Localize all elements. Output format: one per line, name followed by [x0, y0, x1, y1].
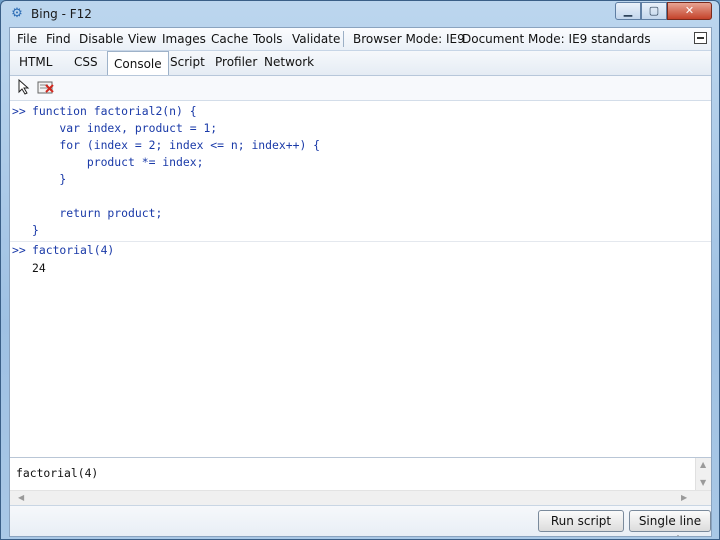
- code-line: product *= index;: [32, 155, 204, 169]
- window-title: Bing - F12: [31, 7, 92, 21]
- maximize-button[interactable]: ▢: [641, 2, 667, 20]
- code-line: return product;: [32, 206, 163, 220]
- script-input-area: ▲ ▼: [10, 458, 711, 490]
- single-line-mode-button[interactable]: Single line mode: [629, 510, 711, 536]
- menu-separator: [343, 31, 344, 47]
- console-toolbar: [10, 76, 711, 101]
- code-line: for (index = 2; index <= n; index++) {: [32, 138, 321, 152]
- code-line: }: [32, 223, 39, 237]
- close-button[interactable]: ✕: [667, 2, 712, 20]
- title-bar[interactable]: ⚙ Bing - F12 ▁ ▢ ✕: [1, 1, 719, 27]
- menu-bar: File Find Disable View Images Cache Tool…: [10, 28, 711, 51]
- scroll-down-icon[interactable]: ▼: [700, 478, 706, 487]
- tab-script[interactable]: Script: [170, 55, 205, 69]
- tab-html[interactable]: HTML: [19, 55, 52, 69]
- console-entry: >> function factorial2(n) { var index, p…: [10, 101, 711, 242]
- code-line: function factorial2(n) {: [32, 104, 197, 118]
- input-vertical-scrollbar[interactable]: ▲ ▼: [695, 458, 711, 490]
- tab-console[interactable]: Console: [107, 51, 169, 75]
- menu-tools[interactable]: Tools: [253, 32, 283, 46]
- script-input[interactable]: [16, 461, 686, 485]
- menu-view[interactable]: View: [128, 32, 156, 46]
- input-horizontal-scrollbar[interactable]: ◀ ▶: [10, 490, 711, 505]
- console-button-bar: Run script Single line mode: [10, 505, 711, 536]
- command-line: factorial(4): [32, 243, 115, 257]
- tab-network[interactable]: Network: [264, 55, 314, 69]
- console-entry: >> factorial(4) 24: [10, 242, 711, 282]
- minimize-icon: ▁: [623, 4, 633, 17]
- scroll-right-icon[interactable]: ▶: [681, 493, 687, 502]
- menu-images[interactable]: Images: [162, 32, 206, 46]
- menu-cache[interactable]: Cache: [211, 32, 248, 46]
- tab-profiler[interactable]: Profiler: [215, 55, 257, 69]
- code-line: var index, product = 1;: [32, 121, 218, 135]
- f12-window: ⚙ Bing - F12 ▁ ▢ ✕ File Find Disable Vie…: [0, 0, 720, 540]
- ie-f12-icon: ⚙: [11, 6, 23, 21]
- run-script-button[interactable]: Run script: [538, 510, 624, 532]
- close-icon: ✕: [684, 4, 695, 17]
- browser-mode-menu[interactable]: Browser Mode: IE9: [353, 32, 465, 46]
- menu-find[interactable]: Find: [46, 32, 71, 46]
- console-prompt: >>: [12, 243, 26, 257]
- clear-console-icon[interactable]: [37, 79, 55, 97]
- scroll-left-icon[interactable]: ◀: [18, 493, 24, 502]
- tab-css[interactable]: CSS: [74, 55, 98, 69]
- console-prompt: >>: [12, 104, 26, 118]
- menu-file[interactable]: File: [17, 32, 37, 46]
- minimize-pane-icon[interactable]: [694, 32, 707, 44]
- tab-bar: HTML CSS Console Script Profiler Network: [10, 51, 711, 76]
- menu-disable[interactable]: Disable: [79, 32, 124, 46]
- scroll-up-icon[interactable]: ▲: [700, 460, 706, 469]
- console-output[interactable]: >> function factorial2(n) { var index, p…: [10, 101, 711, 458]
- menu-validate[interactable]: Validate: [292, 32, 340, 46]
- command-result: 24: [32, 261, 46, 275]
- devtools-client: File Find Disable View Images Cache Tool…: [9, 27, 712, 537]
- code-line: }: [32, 172, 67, 186]
- minimize-button[interactable]: ▁: [615, 2, 641, 20]
- document-mode-menu[interactable]: Document Mode: IE9 standards: [462, 32, 651, 46]
- maximize-icon: ▢: [648, 4, 660, 17]
- cursor-select-icon[interactable]: [15, 78, 33, 97]
